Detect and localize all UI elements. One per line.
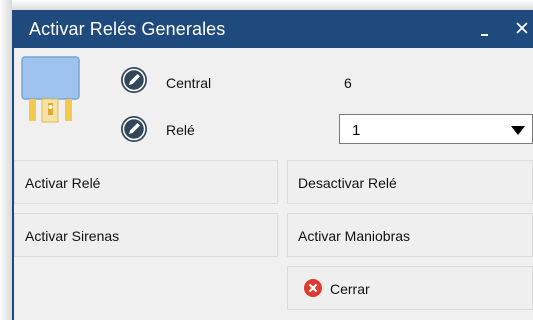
- cerrar-label: Cerrar: [330, 281, 370, 297]
- title-bar[interactable]: Activar Relés Generales: [12, 10, 533, 48]
- minimize-icon: [481, 34, 488, 36]
- window-shadow-top: [0, 0, 533, 10]
- central-value: 6: [344, 75, 352, 91]
- desactivar-rele-label: Desactivar Relé: [298, 175, 397, 191]
- cerrar-button[interactable]: Cerrar: [287, 266, 533, 310]
- window-title: Activar Relés Generales: [29, 19, 226, 39]
- triangle-down-icon: [511, 126, 525, 135]
- central-label: Central: [166, 75, 212, 91]
- rele-select[interactable]: 1: [339, 114, 533, 144]
- pencil-circle-icon[interactable]: [120, 66, 148, 94]
- activar-rele-button[interactable]: Activar Relé: [14, 160, 278, 204]
- close-icon: [516, 22, 528, 34]
- rele-label: Relé: [166, 122, 195, 138]
- minimize-button[interactable]: [470, 10, 500, 48]
- rele-selected-value: 1: [352, 122, 361, 139]
- window-close-button[interactable]: [510, 10, 533, 48]
- desactivar-rele-button[interactable]: Desactivar Relé: [287, 160, 533, 204]
- red-x-circle-icon: [304, 279, 322, 297]
- activar-rele-label: Activar Relé: [25, 175, 101, 191]
- relay-icon: [21, 56, 80, 123]
- activar-sirenas-label: Activar Sirenas: [25, 228, 120, 244]
- activar-sirenas-button[interactable]: Activar Sirenas: [14, 213, 278, 257]
- window-shadow-left: [0, 0, 12, 320]
- activar-maniobras-button[interactable]: Activar Maniobras: [287, 213, 533, 257]
- activar-maniobras-label: Activar Maniobras: [298, 228, 411, 244]
- pencil-circle-icon[interactable]: [120, 115, 148, 143]
